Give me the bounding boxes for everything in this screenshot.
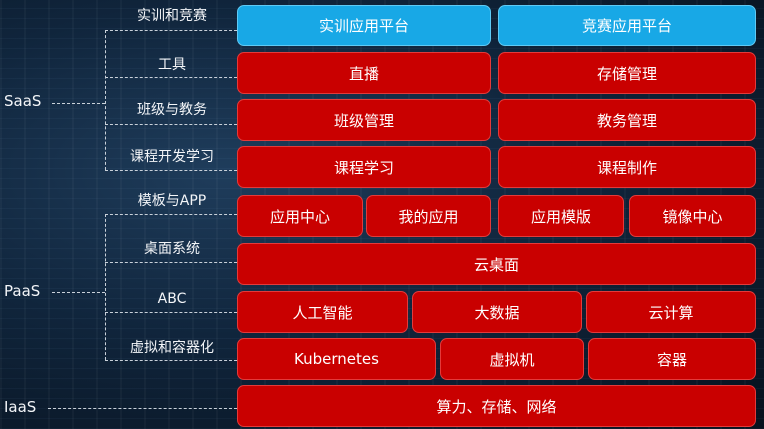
connector-line [105, 360, 237, 361]
cloud-computing-box: 云计算 [586, 291, 756, 333]
connector-line [105, 77, 237, 78]
kubernetes-box: Kubernetes [237, 338, 436, 380]
compute-storage-network-box: 算力、存储、网络 [237, 385, 756, 427]
connector-line [105, 170, 237, 171]
container-box: 容器 [588, 338, 756, 380]
course-production-box: 课程制作 [498, 146, 756, 188]
app-center-box: 应用中心 [237, 195, 363, 237]
category-label: 模板与APP [137, 193, 207, 209]
connector-line [105, 124, 237, 125]
cloud-desktop-box: 云桌面 [237, 243, 756, 285]
category-label: ABC [157, 291, 187, 307]
training-platform-box: 实训应用平台 [237, 5, 491, 46]
my-apps-box: 我的应用 [366, 195, 491, 237]
academic-management-box: 教务管理 [498, 99, 756, 141]
image-center-box: 镜像中心 [629, 195, 756, 237]
paas-connector [52, 292, 105, 293]
layer-label-paas: PaaS [4, 282, 41, 300]
category-label: 桌面系统 [144, 241, 200, 257]
layer-label-saas: SaaS [4, 92, 42, 110]
course-learning-box: 课程学习 [237, 146, 491, 188]
storage-management-box: 存储管理 [498, 52, 756, 94]
paas-bracket [105, 214, 106, 360]
connector-line [105, 312, 237, 313]
category-label: 班级与教务 [137, 102, 207, 118]
class-management-box: 班级管理 [237, 99, 491, 141]
virtual-machine-box: 虚拟机 [440, 338, 584, 380]
category-label: 工具 [158, 57, 186, 73]
saas-bracket [105, 30, 106, 170]
connector-line [105, 262, 237, 263]
big-data-box: 大数据 [412, 291, 582, 333]
category-label: 课程开发学习 [130, 149, 214, 165]
saas-connector [52, 103, 105, 104]
app-template-box: 应用模版 [498, 195, 624, 237]
layer-label-iaas: IaaS [4, 398, 37, 416]
category-label: 虚拟和容器化 [130, 340, 214, 356]
iaas-connector [48, 408, 237, 409]
competition-platform-box: 竞赛应用平台 [498, 5, 756, 46]
connector-line [105, 30, 237, 31]
connector-line [105, 214, 237, 215]
ai-box: 人工智能 [237, 291, 408, 333]
category-label: 实训和竞赛 [137, 8, 207, 24]
live-streaming-box: 直播 [237, 52, 491, 94]
